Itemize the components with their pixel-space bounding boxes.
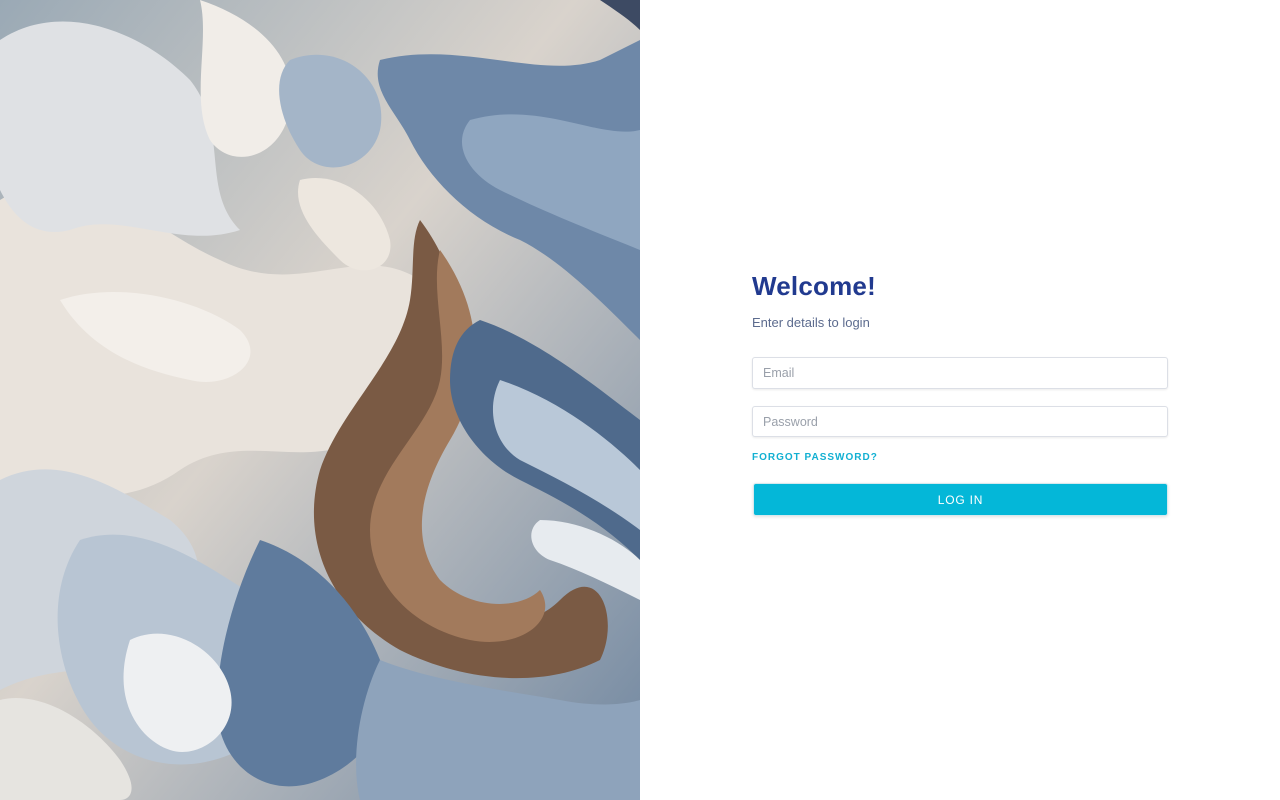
page-subtitle: Enter details to login [752, 315, 870, 330]
page-title: Welcome! [752, 271, 876, 301]
password-field[interactable] [752, 406, 1168, 437]
login-button[interactable]: LOG IN [753, 483, 1168, 516]
forgot-password-link[interactable]: FORGOT PASSWORD? [752, 452, 878, 464]
email-field[interactable] [752, 357, 1168, 389]
login-form: Welcome! Enter details to login FORGOT P… [752, 268, 1168, 516]
abstract-swirl-painting [0, 0, 640, 800]
login-form-panel: Welcome! Enter details to login FORGOT P… [640, 0, 1280, 800]
abstract-art-image [0, 0, 640, 800]
login-page: Welcome! Enter details to login FORGOT P… [0, 0, 1280, 800]
